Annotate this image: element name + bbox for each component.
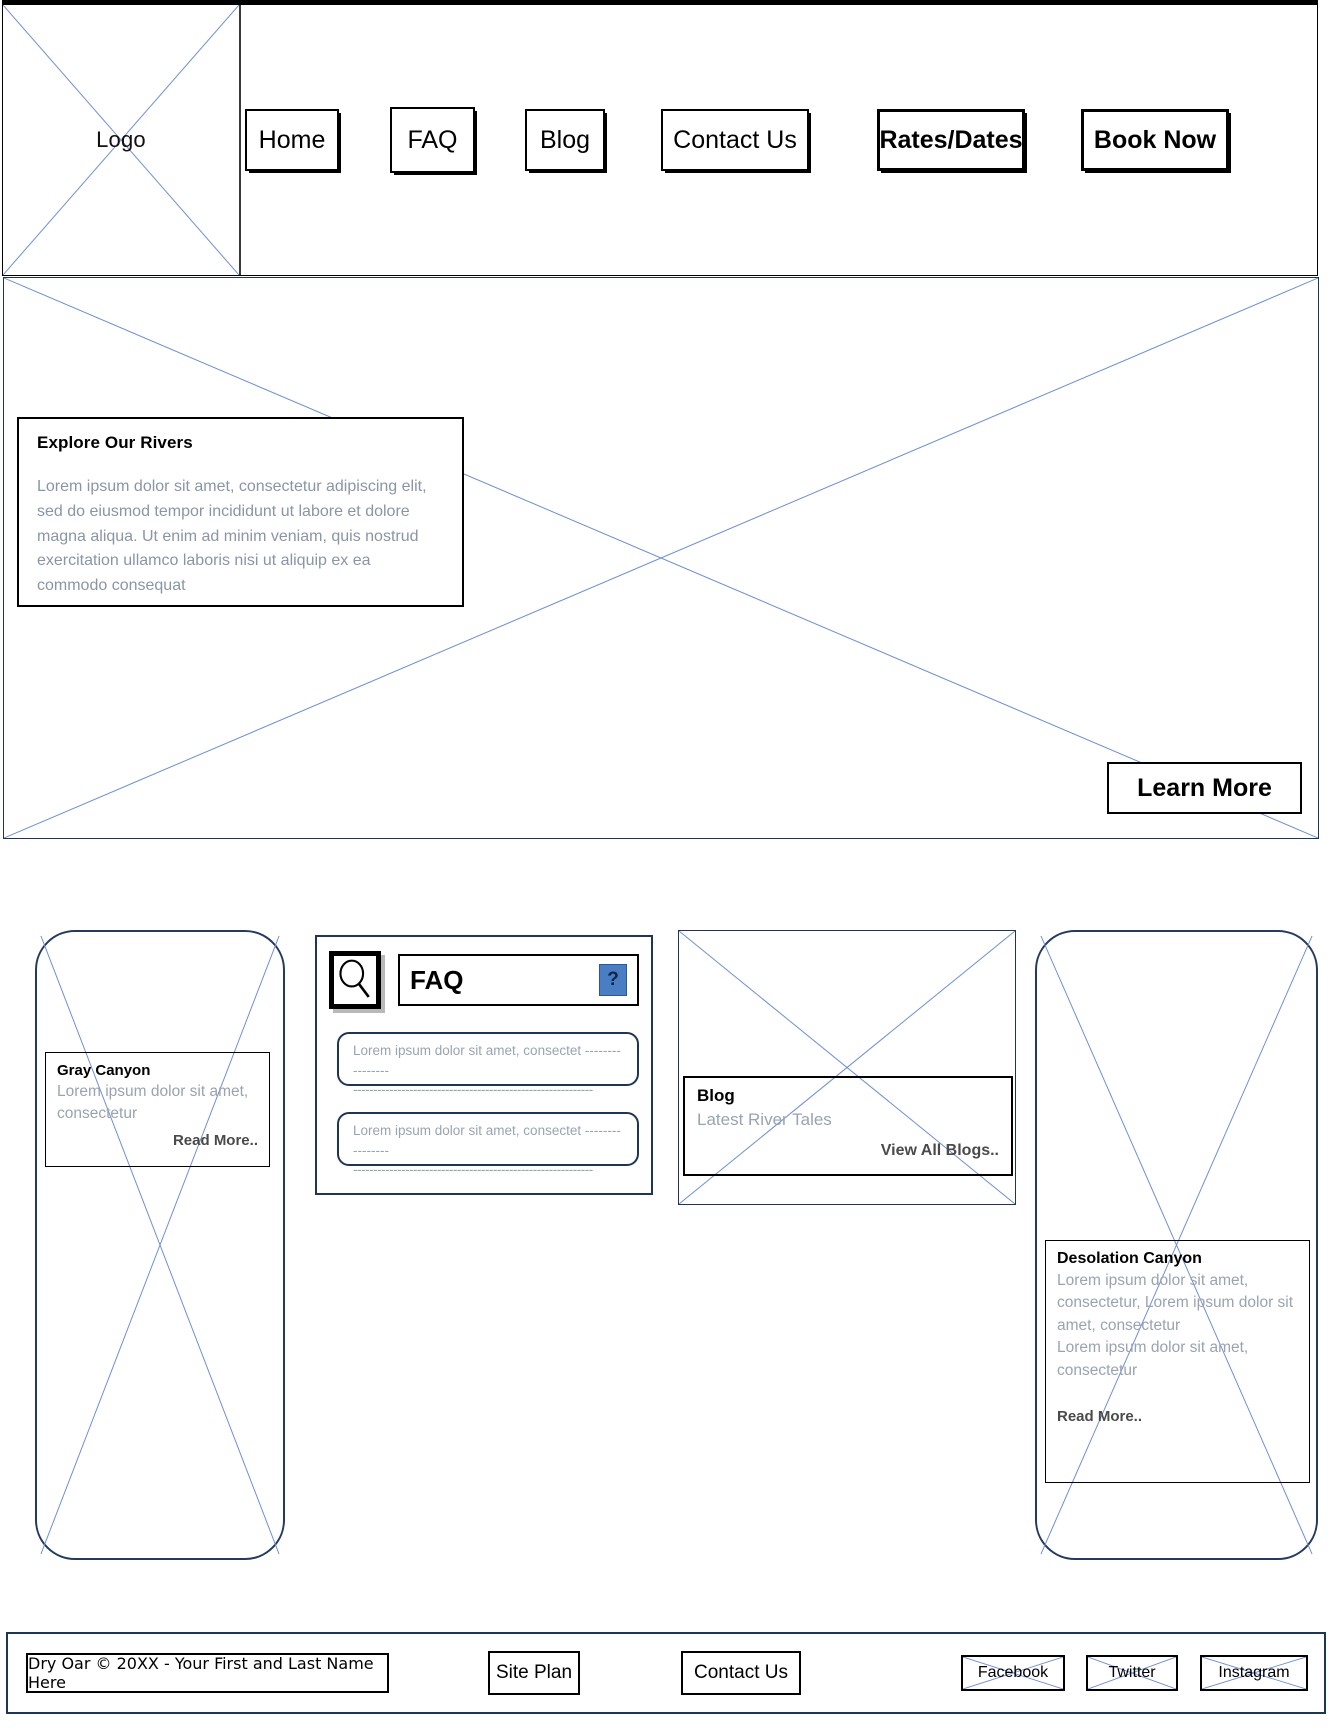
copyright-notice: Dry Oar © 20XX - Your First and Last Nam… (26, 1653, 389, 1693)
hero-title: Explore Our Rivers (37, 433, 193, 452)
desolation-canyon-read-more-link[interactable]: Read More.. (1057, 1408, 1298, 1425)
faq-search-input[interactable]: FAQ ? (398, 954, 639, 1006)
blog-subtitle: Latest River Tales (697, 1110, 832, 1129)
faq-panel: FAQ ? Lorem ipsum dolor sit amet, consec… (315, 935, 653, 1195)
magnifier-glyph-icon (339, 959, 370, 998)
site-footer: Dry Oar © 20XX - Your First and Last Nam… (6, 1632, 1326, 1714)
gray-canyon-placeholder-x-icon (40, 935, 280, 1555)
desolation-canyon-body-1: Lorem ipsum dolor sit amet, consectetur,… (1057, 1272, 1294, 1334)
gray-canyon-card[interactable]: Gray Canyon Lorem ipsum dolor sit amet, … (35, 930, 285, 1560)
desolation-canyon-body-2: Lorem ipsum dolor sit amet, consectetur (1057, 1339, 1249, 1379)
social-link-twitter[interactable]: Twitter (1086, 1655, 1178, 1691)
social-label-instagram: Instagram (1218, 1664, 1290, 1681)
gray-canyon-body: Lorem ipsum dolor sit amet, consectetur (57, 1083, 249, 1123)
desolation-canyon-title: Desolation Canyon (1057, 1250, 1202, 1267)
blog-title: Blog (697, 1086, 735, 1105)
hero-body-text: Lorem ipsum dolor sit amet, consectetur … (37, 478, 427, 595)
site-header: Logo Home FAQ Blog Contact Us Rates/Date… (2, 4, 1318, 276)
faq-item-text: Lorem ipsum dolor sit amet, consectet --… (353, 1043, 621, 1079)
logo-label: Logo (96, 127, 146, 152)
nav-item-rates-dates[interactable]: Rates/Dates (877, 109, 1025, 171)
nav-item-book-now[interactable]: Book Now (1081, 109, 1229, 171)
nav-item-home[interactable]: Home (245, 109, 339, 171)
primary-nav: Home FAQ Blog Contact Us Rates/Dates Boo… (241, 5, 1317, 275)
social-link-facebook[interactable]: Facebook (961, 1655, 1065, 1691)
learn-more-button[interactable]: Learn More (1107, 762, 1302, 814)
social-link-instagram[interactable]: Instagram (1200, 1655, 1308, 1691)
desolation-canyon-card[interactable]: Desolation Canyon Lorem ipsum dolor sit … (1035, 930, 1318, 1560)
hero-image-placeholder: Explore Our Rivers Lorem ipsum dolor sit… (3, 277, 1319, 839)
faq-search-label: FAQ (410, 964, 464, 995)
nav-item-blog[interactable]: Blog (525, 109, 605, 171)
blog-text-box: Blog Latest River Tales View All Blogs.. (683, 1076, 1013, 1176)
nav-item-contact-us[interactable]: Contact Us (661, 109, 809, 171)
desolation-canyon-text-box: Desolation Canyon Lorem ipsum dolor sit … (1045, 1240, 1310, 1483)
help-icon[interactable]: ? (599, 964, 627, 996)
footer-link-contact-us[interactable]: Contact Us (681, 1651, 801, 1695)
social-label-twitter: Twitter (1108, 1664, 1156, 1681)
faq-item-dashes: ----------------------------------------… (353, 1161, 593, 1177)
social-label-facebook: Facebook (977, 1664, 1049, 1681)
faq-item-dashes: ----------------------------------------… (353, 1081, 593, 1097)
gray-canyon-read-more-link[interactable]: Read More.. (57, 1132, 258, 1149)
faq-list-item[interactable]: Lorem ipsum dolor sit amet, consectet --… (337, 1032, 639, 1097)
hero-text-card: Explore Our Rivers Lorem ipsum dolor sit… (17, 417, 464, 607)
faq-list-item[interactable]: Lorem ipsum dolor sit amet, consectet --… (337, 1112, 639, 1177)
search-icon[interactable] (329, 951, 381, 1009)
footer-link-site-plan[interactable]: Site Plan (488, 1651, 580, 1695)
view-all-blogs-link[interactable]: View All Blogs.. (697, 1142, 999, 1160)
gray-canyon-title: Gray Canyon (57, 1062, 151, 1079)
nav-item-faq[interactable]: FAQ (390, 107, 475, 173)
logo-placeholder[interactable]: Logo (3, 5, 241, 275)
wireframe-page: Logo Home FAQ Blog Contact Us Rates/Date… (0, 0, 1332, 1732)
faq-item-text: Lorem ipsum dolor sit amet, consectet --… (353, 1123, 621, 1159)
gray-canyon-text-box: Gray Canyon Lorem ipsum dolor sit amet, … (45, 1052, 270, 1167)
